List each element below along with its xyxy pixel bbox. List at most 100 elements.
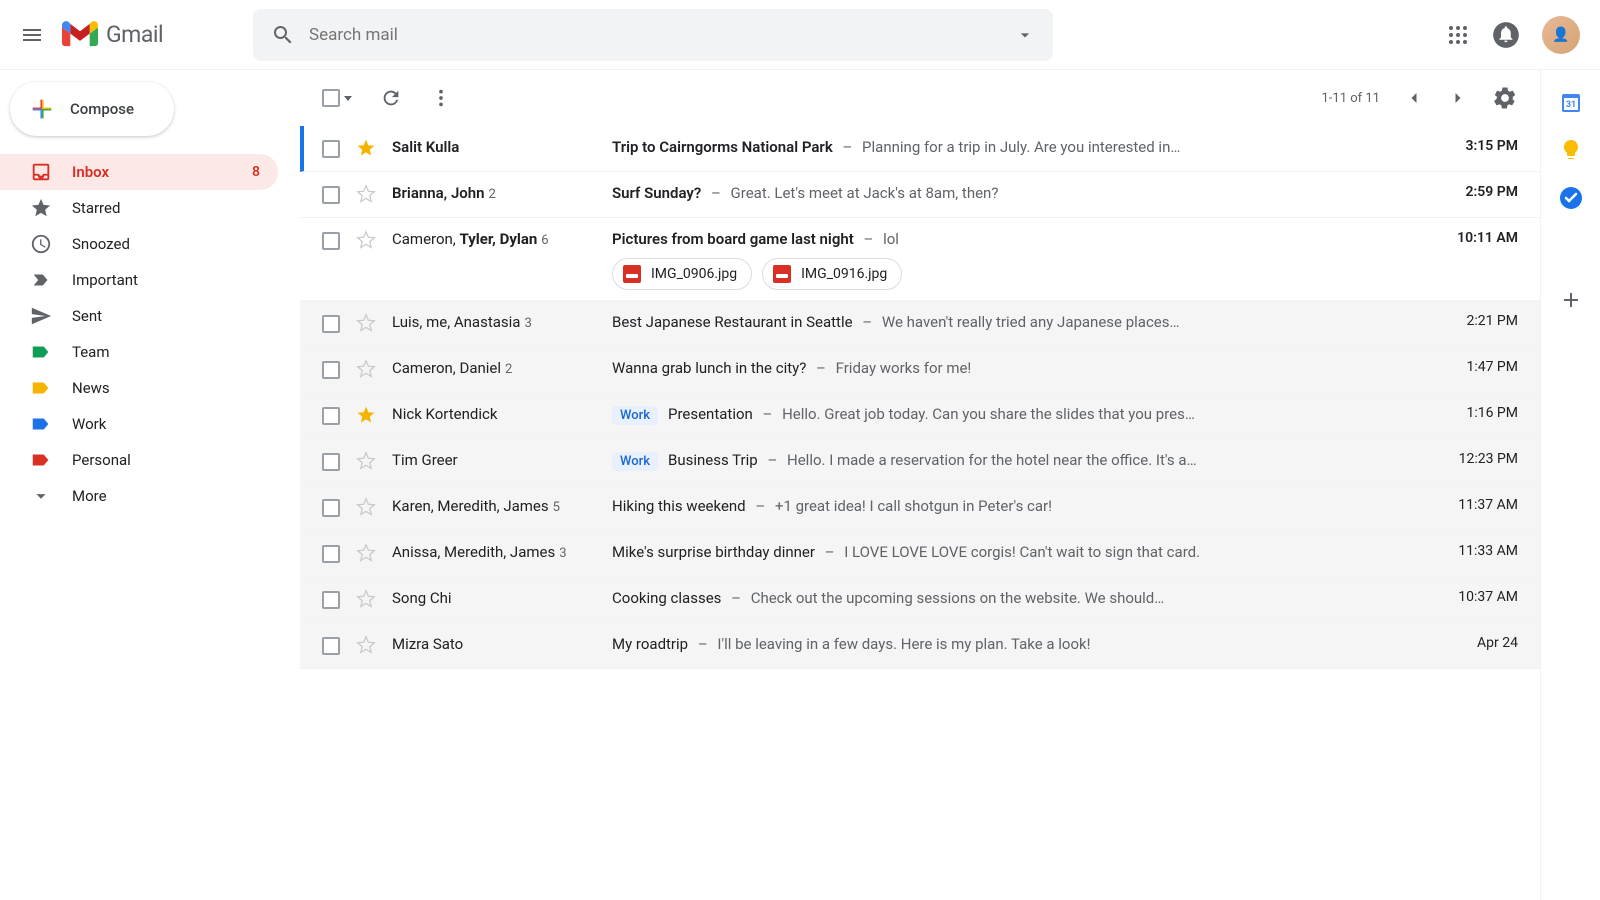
snippet: Check out the upcoming sessions on the w… <box>751 589 1165 607</box>
star-icon[interactable] <box>356 589 376 609</box>
thread-count: 3 <box>559 546 566 561</box>
row-checkbox[interactable] <box>322 499 340 517</box>
mail-row[interactable]: Anissa, Meredith, James3 Mike's surprise… <box>300 531 1540 577</box>
mail-row[interactable]: Tim Greer Work Business Trip – Hello. I … <box>300 439 1540 485</box>
mail-row[interactable]: Cameron, Tyler, Dylan6 Pictures from boa… <box>300 218 1540 301</box>
star-icon[interactable] <box>356 184 376 204</box>
sidebar-item-news[interactable]: News <box>0 370 278 406</box>
sender: Salit Kulla <box>392 136 612 156</box>
header: Gmail 👤 <box>0 0 1600 70</box>
row-checkbox[interactable] <box>322 186 340 204</box>
sender: Mizra Sato <box>392 633 612 653</box>
search-bar[interactable] <box>253 9 1053 61</box>
sidebar-item-sent[interactable]: Sent <box>0 298 278 334</box>
mail-row[interactable]: Salit Kulla Trip to Cairngorms National … <box>300 126 1540 172</box>
row-checkbox[interactable] <box>322 453 340 471</box>
star-icon[interactable] <box>356 138 376 158</box>
tag-icon <box>30 377 52 399</box>
row-checkbox[interactable] <box>322 315 340 333</box>
star-icon[interactable] <box>356 497 376 517</box>
sidebar-item-personal[interactable]: Personal <box>0 442 278 478</box>
star-icon[interactable] <box>356 451 376 471</box>
attachment-chip[interactable]: IMG_0906.jpg <box>612 258 752 290</box>
star-icon[interactable] <box>356 313 376 333</box>
time: 12:23 PM <box>1428 449 1518 467</box>
row-body: Work Presentation – Hello. Great job tod… <box>612 403 1428 425</box>
important-icon <box>30 269 52 291</box>
compose-button[interactable]: Compose <box>10 82 174 136</box>
tasks-icon[interactable] <box>1559 186 1583 210</box>
thread-count: 2 <box>489 187 496 202</box>
sidebar-item-more[interactable]: More <box>0 478 278 514</box>
time: 10:11 AM <box>1428 228 1518 246</box>
next-page-icon[interactable] <box>1448 88 1468 108</box>
row-checkbox[interactable] <box>322 637 340 655</box>
snippet: lol <box>883 230 899 248</box>
sidebar-item-important[interactable]: Important <box>0 262 278 298</box>
gmail-logo[interactable]: Gmail <box>62 21 163 49</box>
attachment-name: IMG_0906.jpg <box>651 266 737 282</box>
settings-icon[interactable] <box>1492 85 1518 111</box>
row-checkbox[interactable] <box>322 545 340 563</box>
star-icon[interactable] <box>356 359 376 379</box>
snippet: I LOVE LOVE LOVE corgis! Can't wait to s… <box>844 543 1200 561</box>
header-actions: 👤 <box>1446 16 1580 54</box>
mail-row[interactable]: Nick Kortendick Work Presentation – Hell… <box>300 393 1540 439</box>
sidebar-item-snoozed[interactable]: Snoozed <box>0 226 278 262</box>
snippet: Friday works for me! <box>836 359 972 377</box>
select-all[interactable] <box>322 89 352 107</box>
menu-icon[interactable] <box>20 23 44 47</box>
snippet: Great. Let's meet at Jack's at 8am, then… <box>731 184 999 202</box>
attachment-chip[interactable]: IMG_0916.jpg <box>762 258 902 290</box>
mail-row[interactable]: Mizra Sato My roadtrip – I'll be leaving… <box>300 623 1540 669</box>
label-chip[interactable]: Work <box>612 452 658 471</box>
search-input[interactable] <box>309 25 1015 45</box>
row-checkbox[interactable] <box>322 591 340 609</box>
notifications-icon[interactable] <box>1492 21 1520 49</box>
star-icon[interactable] <box>356 543 376 563</box>
sender: Song Chi <box>392 587 612 607</box>
mail-row[interactable]: Song Chi Cooking classes – Check out the… <box>300 577 1540 623</box>
nav-label: More <box>72 487 107 505</box>
mail-row[interactable]: Karen, Meredith, James5 Hiking this week… <box>300 485 1540 531</box>
time: 2:21 PM <box>1428 311 1518 329</box>
more-icon[interactable] <box>430 87 452 109</box>
row-checkbox[interactable] <box>322 361 340 379</box>
snippet: Hello. Great job today. Can you share th… <box>782 405 1195 423</box>
sender: Karen, Meredith, James5 <box>392 495 612 515</box>
thread-count: 5 <box>553 500 560 515</box>
refresh-icon[interactable] <box>380 87 402 109</box>
star-icon[interactable] <box>356 230 376 250</box>
calendar-icon[interactable]: 31 <box>1559 90 1583 114</box>
sidebar-item-team[interactable]: Team <box>0 334 278 370</box>
sidebar-item-starred[interactable]: Starred <box>0 190 278 226</box>
tag-icon <box>30 341 52 363</box>
sidebar-item-work[interactable]: Work <box>0 406 278 442</box>
mail-row[interactable]: Brianna, John2 Surf Sunday? – Great. Let… <box>300 172 1540 218</box>
clock-icon <box>30 233 52 255</box>
send-icon <box>30 305 52 327</box>
account-avatar[interactable]: 👤 <box>1542 16 1580 54</box>
nav-label: Inbox <box>72 163 109 181</box>
sender: Luis, me, Anastasia3 <box>392 311 612 331</box>
keep-icon[interactable] <box>1559 138 1583 162</box>
apps-icon[interactable] <box>1446 23 1470 47</box>
row-body: Work Business Trip – Hello. I made a res… <box>612 449 1428 471</box>
label-chip[interactable]: Work <box>612 406 658 425</box>
row-body: Trip to Cairngorms National Park – Plann… <box>612 136 1428 156</box>
search-options-icon[interactable] <box>1015 25 1035 45</box>
row-checkbox[interactable] <box>322 232 340 250</box>
logo-text: Gmail <box>106 21 163 48</box>
mail-row[interactable]: Cameron, Daniel2 Wanna grab lunch in the… <box>300 347 1540 393</box>
prev-page-icon[interactable] <box>1404 88 1424 108</box>
thread-count: 3 <box>524 316 531 331</box>
mail-row[interactable]: Luis, me, Anastasia3 Best Japanese Resta… <box>300 301 1540 347</box>
row-checkbox[interactable] <box>322 140 340 158</box>
sidebar-item-inbox[interactable]: Inbox8 <box>0 154 278 190</box>
star-icon[interactable] <box>356 635 376 655</box>
sender: Anissa, Meredith, James3 <box>392 541 612 561</box>
time: Apr 24 <box>1428 633 1518 651</box>
add-icon[interactable] <box>1559 288 1583 312</box>
row-checkbox[interactable] <box>322 407 340 425</box>
star-icon[interactable] <box>356 405 376 425</box>
